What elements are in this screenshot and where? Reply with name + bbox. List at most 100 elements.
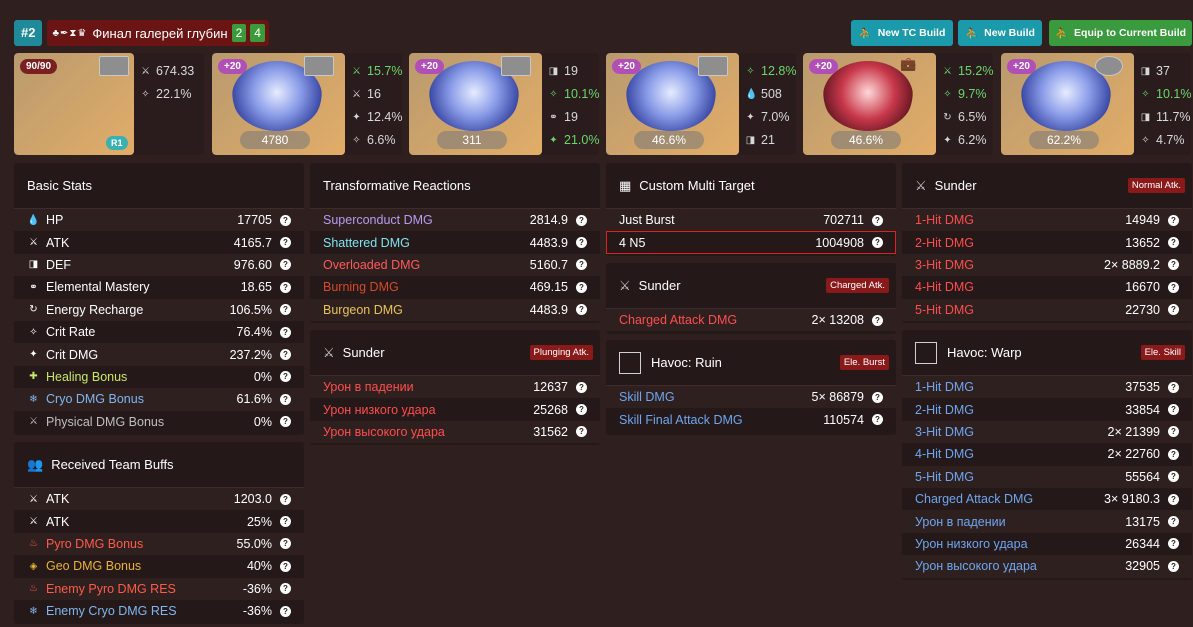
help-icon[interactable]: ? xyxy=(280,214,291,226)
havoc-ruin-header: Havoc: Ruin Ele. Burst xyxy=(606,340,896,386)
help-icon[interactable]: ? xyxy=(1168,560,1179,572)
help-icon[interactable]: ? xyxy=(1168,259,1179,271)
crit-rate-icon: ✧ xyxy=(352,135,361,146)
help-icon[interactable]: ? xyxy=(576,214,587,226)
sword-icon: ⚔ xyxy=(619,277,631,293)
skill-tag: Ele. Skill xyxy=(1140,345,1185,360)
help-icon[interactable]: ? xyxy=(280,605,291,617)
help-icon[interactable]: ? xyxy=(576,404,587,416)
help-icon[interactable]: ? xyxy=(1168,538,1179,550)
new-build-button[interactable]: ⛹ New Build xyxy=(958,20,1042,46)
briefcase-icon: 💼 xyxy=(900,56,917,71)
def-icon: ◨ xyxy=(745,135,756,146)
help-icon[interactable]: ? xyxy=(280,583,291,595)
havoc-ruin-list: Skill DMG 5× 86879? Skill Final Attack DM… xyxy=(606,386,896,431)
weapon-level-badge: 90/90 xyxy=(20,59,58,74)
help-icon[interactable]: ? xyxy=(576,426,587,438)
damage-row: 4-Hit DMG 16670? xyxy=(902,276,1192,298)
target-row-selected[interactable]: 4 N5 1004908? xyxy=(606,231,896,254)
artifact-thumbnail: +20 62.2% xyxy=(1001,53,1134,155)
help-icon[interactable]: ? xyxy=(1168,237,1179,249)
character-square xyxy=(501,56,531,76)
help-icon[interactable]: ? xyxy=(872,214,883,226)
help-icon[interactable]: ? xyxy=(1168,281,1179,293)
crit-rate-icon: ✧ xyxy=(1141,89,1150,100)
crit-rate-icon: ✧ xyxy=(746,66,755,77)
artifact-card-goblet[interactable]: +20 💼 46.6% ⚔ 15.2% ✧ 9.7% ↻ 6.5% ✦ 6.2% xyxy=(803,53,993,155)
help-icon[interactable]: ? xyxy=(280,371,291,383)
artifact-card-plume[interactable]: +20 311 ◨ 19 ✧ 10.1% ⚭ 19 ✦ 21.0% xyxy=(409,53,599,155)
cryo-icon: ❄ xyxy=(29,605,38,617)
help-icon[interactable]: ? xyxy=(872,237,883,249)
build-header: #2 ♣✒⧗♛ Финал галерей глубин 2 4 xyxy=(14,20,269,46)
damage-row: Skill Final Attack DMG 110574? xyxy=(606,408,896,430)
help-icon[interactable]: ? xyxy=(576,259,587,271)
help-icon[interactable]: ? xyxy=(1168,426,1179,438)
artifact-level-badge: +20 xyxy=(1007,59,1036,74)
team-buffs-panel: 👥 Received Team Buffs ⚔ ATK 1203.0? ⚔ ATK 25%… xyxy=(14,442,304,624)
atk-icon: ⚔ xyxy=(352,89,361,100)
help-icon[interactable]: ? xyxy=(280,493,291,505)
help-icon[interactable]: ? xyxy=(1168,304,1179,316)
sunder-charged-list: Charged Attack DMG 2× 13208? xyxy=(606,309,896,332)
weapon-card[interactable]: 90/90 R1 ⚔ 674.33 ✧ 22.1% xyxy=(14,53,204,155)
crit-dmg-icon: ✦ xyxy=(549,135,558,146)
sunder-plunge-list: Урон в падении 12637? Урон низкого удара 2… xyxy=(310,376,600,444)
healing-icon: ✚ xyxy=(29,371,38,383)
crit-dmg-icon: ✦ xyxy=(352,112,361,123)
transformative-title: Transformative Reactions xyxy=(310,163,600,209)
help-icon[interactable]: ? xyxy=(1168,448,1179,460)
damage-row: 3-Hit DMG 2× 21399? xyxy=(902,420,1192,444)
artifact-card-flower[interactable]: +20 4780 ⚔ 15.7% ⚔ 16 ✦ 12.4% ✧ 6.6% xyxy=(212,53,402,155)
help-icon[interactable]: ? xyxy=(872,414,883,426)
damage-row: Урон в падении 13175? xyxy=(902,510,1192,533)
help-icon[interactable]: ? xyxy=(280,304,291,316)
artifact-thumbnail: +20 46.6% xyxy=(606,53,739,155)
help-icon[interactable]: ? xyxy=(1168,381,1179,393)
help-icon[interactable]: ? xyxy=(872,391,883,403)
sword-icon: ⚔ xyxy=(141,66,150,77)
help-icon[interactable]: ? xyxy=(1168,214,1179,226)
help-icon[interactable]: ? xyxy=(1168,471,1179,483)
help-icon[interactable]: ? xyxy=(280,393,291,405)
help-icon[interactable]: ? xyxy=(576,304,587,316)
skill-icon xyxy=(915,341,937,364)
artifact-card-sands[interactable]: +20 46.6% ✧ 12.8% 💧 508 ✦ 7.0% ◨ 21 xyxy=(606,53,796,155)
damage-row: 2-Hit DMG 33854? xyxy=(902,398,1192,420)
help-icon[interactable]: ? xyxy=(280,349,291,361)
em-icon: ⚭ xyxy=(29,281,38,293)
help-icon[interactable]: ? xyxy=(1168,516,1179,528)
set-count-badge: 2 xyxy=(231,24,247,42)
help-icon[interactable]: ? xyxy=(1168,404,1179,416)
help-icon[interactable]: ? xyxy=(576,381,587,393)
help-icon[interactable]: ? xyxy=(280,237,291,249)
help-icon[interactable]: ? xyxy=(576,237,587,249)
help-icon[interactable]: ? xyxy=(280,259,291,271)
buff-row: ♨ Pyro DMG Bonus 55.0%? xyxy=(14,532,304,556)
buff-row: ⚔ ATK 1203.0? xyxy=(14,488,304,511)
new-build-label: New Build xyxy=(984,27,1035,39)
damage-row: Charged Attack DMG 3× 9180.3? xyxy=(902,488,1192,510)
sunder-charged-header: ⚔ Sunder Charged Atk. xyxy=(606,263,896,309)
artifact-level-badge: +20 xyxy=(612,59,641,74)
help-icon[interactable]: ? xyxy=(280,538,291,550)
target-row[interactable]: Just Burst 702711? xyxy=(606,209,896,232)
artifact-substats: ⚔ 15.7% ⚔ 16 ✦ 12.4% ✧ 6.6% xyxy=(351,60,402,152)
buff-row: ♨ Enemy Pyro DMG RES -36%? xyxy=(14,577,304,600)
equip-build-button[interactable]: ⛹ Equip to Current Build xyxy=(1049,20,1192,46)
help-icon[interactable]: ? xyxy=(280,560,291,572)
help-icon[interactable]: ? xyxy=(280,326,291,338)
new-tc-build-button[interactable]: ⛹ New TC Build xyxy=(851,20,953,46)
help-icon[interactable]: ? xyxy=(576,281,587,293)
artifact-main-stat: 311 xyxy=(437,131,507,149)
help-icon[interactable]: ? xyxy=(872,314,883,326)
build-name-chip[interactable]: ♣✒⧗♛ Финал галерей глубин 2 4 xyxy=(47,20,269,46)
artifact-card-circlet[interactable]: +20 62.2% ◨ 37 ✧ 10.1% ◨ 11.7% ✧ 4.7% xyxy=(1001,53,1191,155)
character-square xyxy=(698,56,728,76)
help-icon[interactable]: ? xyxy=(280,416,291,428)
help-icon[interactable]: ? xyxy=(280,281,291,293)
help-icon[interactable]: ? xyxy=(1168,493,1179,505)
person-icon: ⛹ xyxy=(858,27,872,40)
help-icon[interactable]: ? xyxy=(280,516,291,528)
stat-row: ◨ DEF 976.60? xyxy=(14,253,304,277)
